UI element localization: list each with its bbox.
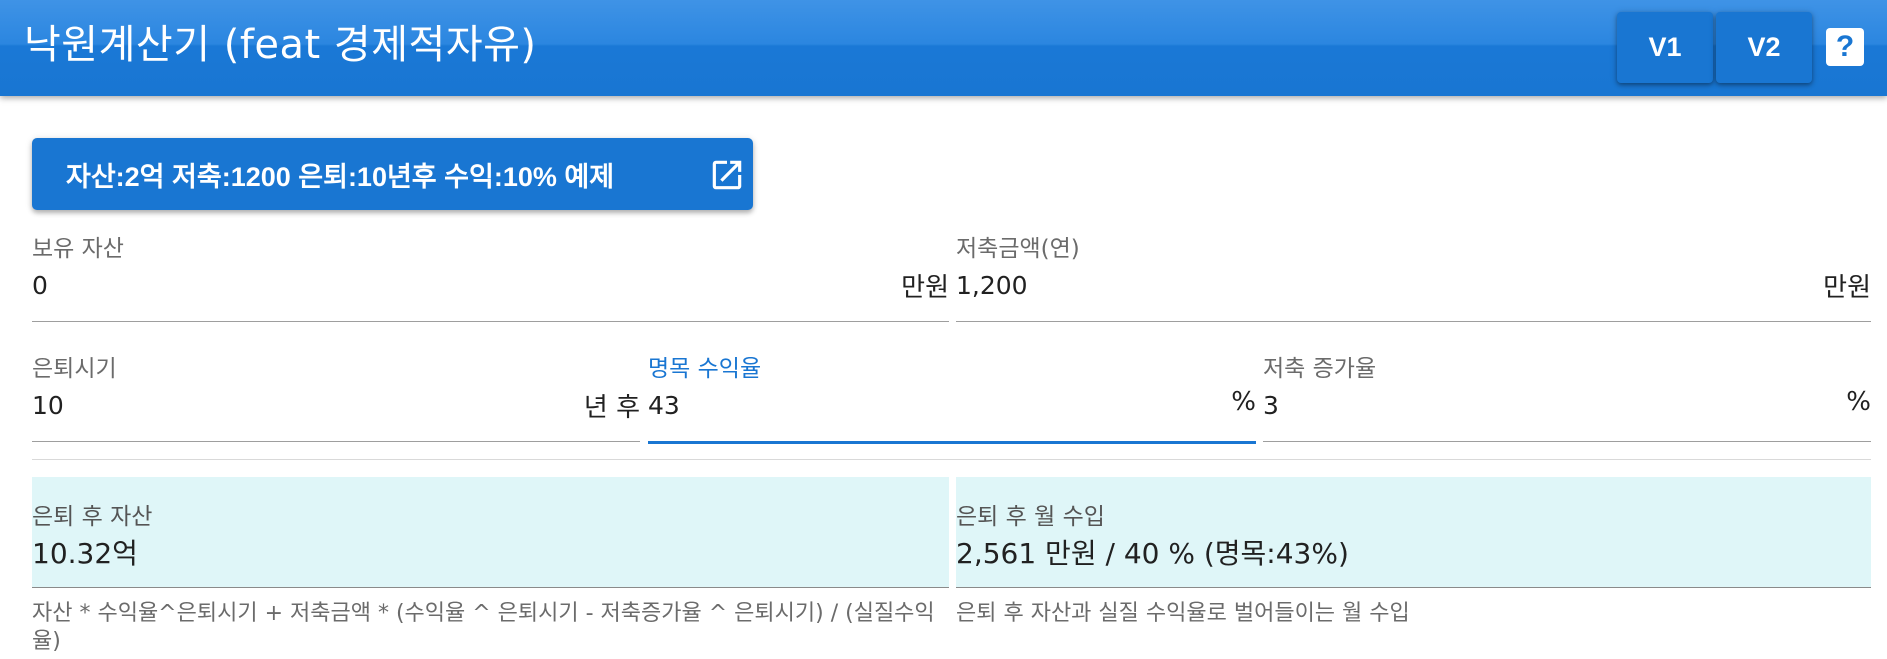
retire-underline — [32, 441, 640, 442]
growth-underline — [1263, 441, 1871, 442]
open-in-new-icon — [712, 160, 742, 190]
result-assets-underline — [32, 587, 949, 588]
growth-label: 저축 증가율 — [1263, 356, 1377, 382]
growth-input[interactable] — [1263, 385, 1689, 425]
result-assets-hint: 자산 * 수익율^은퇴시기 + 저축금액 * (수익율 ^ 은퇴시기 - 저축증… — [32, 601, 935, 654]
growth-field[interactable]: 저축 증가율 % — [1263, 349, 1871, 442]
retire-suffix: 년 후 — [583, 393, 640, 423]
example-button-label: 자산:2억 저축:1200 은퇴:10년후 수익:10% 예제 — [66, 161, 615, 192]
assets-suffix: 만원 — [901, 273, 949, 303]
result-income-value: 2,561 만원 / 40 % (명목:43%) — [956, 537, 1349, 570]
example-button[interactable]: 자산:2억 저축:1200 은퇴:10년후 수익:10% 예제 — [32, 138, 753, 210]
result-assets-value: 10.32억 — [32, 537, 138, 570]
section-divider — [32, 459, 1871, 460]
app-bar: 낙원계산기 (feat 경제적자유) V1 V2 ? — [0, 0, 1887, 96]
result-assets-label: 은퇴 후 자산 — [32, 504, 153, 530]
v1-button[interactable]: V1 — [1617, 12, 1713, 83]
assets-underline — [32, 321, 949, 322]
savings-label: 저축금액(연) — [956, 236, 1080, 262]
growth-suffix: % — [1846, 387, 1871, 417]
savings-input[interactable] — [956, 265, 1597, 305]
retire-label: 은퇴시기 — [32, 356, 117, 382]
return-rate-input[interactable] — [648, 385, 1074, 425]
savings-suffix: 만원 — [1823, 273, 1871, 303]
v2-button[interactable]: V2 — [1716, 12, 1812, 83]
savings-field[interactable]: 저축금액(연) 만원 — [956, 229, 1871, 322]
return-rate-label: 명목 수익율 — [648, 356, 762, 382]
result-income-box: 은퇴 후 월 수입 2,561 만원 / 40 % (명목:43%) — [956, 477, 1871, 588]
retire-field[interactable]: 은퇴시기 년 후 — [32, 349, 640, 442]
return-rate-suffix: % — [1231, 387, 1256, 417]
result-income-hint: 은퇴 후 자산과 실질 수익율로 벌어들이는 월 수입 — [956, 601, 1410, 626]
assets-field[interactable]: 보유 자산 만원 — [32, 229, 949, 322]
result-assets-box: 은퇴 후 자산 10.32억 — [32, 477, 949, 588]
retire-input[interactable] — [32, 385, 458, 425]
assets-input[interactable] — [32, 265, 674, 305]
savings-underline — [956, 321, 1871, 322]
return-rate-underline — [648, 441, 1256, 444]
assets-label: 보유 자산 — [32, 236, 124, 262]
return-rate-field[interactable]: 명목 수익율 % — [648, 349, 1256, 444]
app-title: 낙원계산기 (feat 경제적자유) — [24, 22, 537, 68]
help-icon[interactable]: ? — [1826, 28, 1864, 66]
result-income-underline — [956, 587, 1871, 588]
result-income-label: 은퇴 후 월 수입 — [956, 504, 1105, 530]
